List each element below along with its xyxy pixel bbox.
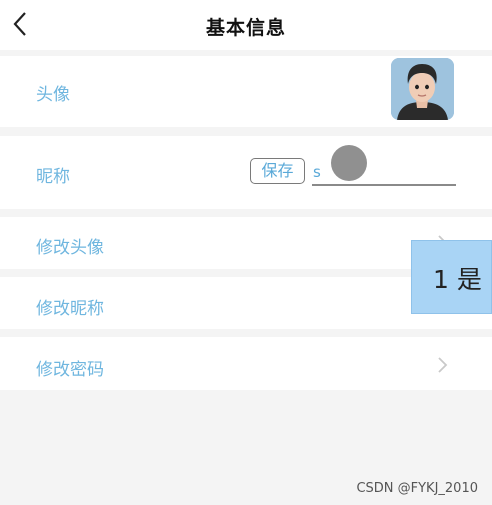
tooltip-text: 1 是 <box>433 265 482 294</box>
save-button[interactable]: 保存 <box>250 158 305 184</box>
modify-nickname-label: 修改昵称 <box>36 299 104 319</box>
modify-password-label: 修改密码 <box>36 360 104 380</box>
avatar[interactable] <box>391 58 454 120</box>
page-title: 基本信息 <box>205 17 286 39</box>
modify-avatar-label: 修改头像 <box>36 238 104 258</box>
watermark: CSDN @FYKJ_2010 <box>356 481 478 496</box>
touch-indicator <box>331 145 367 181</box>
tooltip-popup: 1 是 <box>411 240 492 314</box>
chevron-right-icon <box>438 357 448 373</box>
nickname-label: 昵称 <box>36 167 70 187</box>
avatar-image <box>391 58 454 120</box>
top-bar: 基本信息 <box>0 0 492 50</box>
avatar-label: 头像 <box>36 85 70 105</box>
